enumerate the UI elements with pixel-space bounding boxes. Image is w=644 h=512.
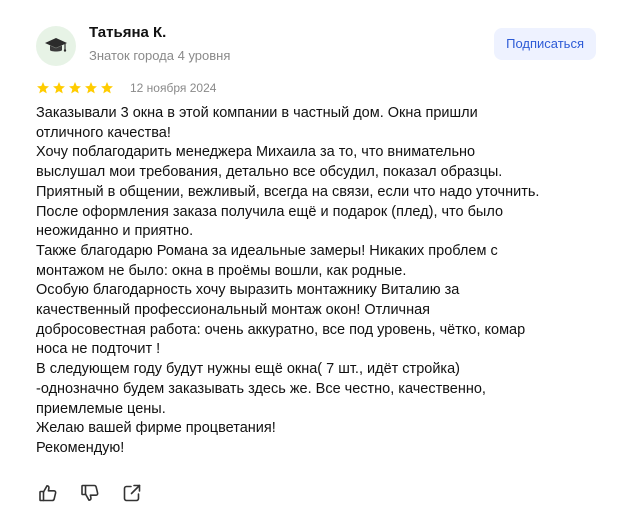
- star-icon: [101, 82, 113, 94]
- review-line: Заказывали 3 окна в этой компании в част…: [36, 105, 478, 121]
- review-line: добросовестная работа: очень аккуратно, …: [36, 321, 526, 338]
- review-line: После оформления заказа получила ещё и п…: [36, 203, 504, 220]
- review-line: Приятный в общении, вежливый, всегда на …: [36, 183, 540, 200]
- dislike-button[interactable]: [78, 481, 102, 505]
- author-name[interactable]: Татьяна К.: [89, 24, 230, 42]
- review-line: Рекомендую!: [36, 439, 125, 456]
- review-line: Особую благодарность хочу выразить монта…: [36, 282, 460, 299]
- review-line: приемлемые цены.: [36, 400, 166, 417]
- review-line: -однозначно будем заказывать здесь же. В…: [36, 380, 486, 397]
- review-date: 12 ноября 2024: [130, 81, 217, 95]
- review-line: выслушал мои требования, детально все об…: [36, 164, 503, 181]
- review-actions: [36, 481, 162, 505]
- thumbs-up-icon: [39, 485, 57, 502]
- star-icon: [53, 82, 65, 94]
- review-line: носа не подточит !: [36, 341, 161, 358]
- review-line: В следующем году будут нужны ещё окна( 7…: [36, 361, 460, 378]
- review-line: неожиданно и приятно.: [36, 223, 194, 240]
- avatar[interactable]: [36, 26, 76, 66]
- review-card: Татьяна К. Знаток города 4 уровня Подпис…: [0, 0, 644, 512]
- review-line: Хочу поблагодарить менеджера Михаила за …: [36, 144, 476, 161]
- review-line: Желаю вашей фирме процветания!: [36, 420, 276, 437]
- star-icon: [69, 82, 81, 94]
- star-icon: [37, 82, 49, 94]
- review-line: качественный профессиональный монтаж око…: [36, 302, 431, 319]
- thumbs-down-icon: [81, 484, 99, 501]
- review-line: монтажом не было: окна в проёмы вошли, к…: [36, 262, 407, 279]
- rating-stars: [36, 81, 114, 95]
- review-line: Также благодарю Романа за идеальные заме…: [36, 242, 498, 259]
- share-button[interactable]: [120, 481, 144, 505]
- graduation-cap-icon: [45, 38, 67, 52]
- star-icon: [85, 82, 97, 94]
- subscribe-button[interactable]: Подписаться: [494, 28, 596, 60]
- author-rank: Знаток города 4 уровня: [89, 48, 231, 63]
- review-line: отличного качества!: [36, 124, 171, 141]
- review-header: Татьяна К. Знаток города 4 уровня Подпис…: [36, 24, 608, 70]
- like-button[interactable]: [36, 481, 60, 505]
- review-meta: 12 ноября 2024: [36, 80, 216, 96]
- review-text: Заказывали 3 окна в этой компании в част…: [36, 104, 596, 459]
- share-icon: [123, 484, 141, 502]
- author-info: Татьяна К. Знаток города 4 уровня: [89, 24, 230, 64]
